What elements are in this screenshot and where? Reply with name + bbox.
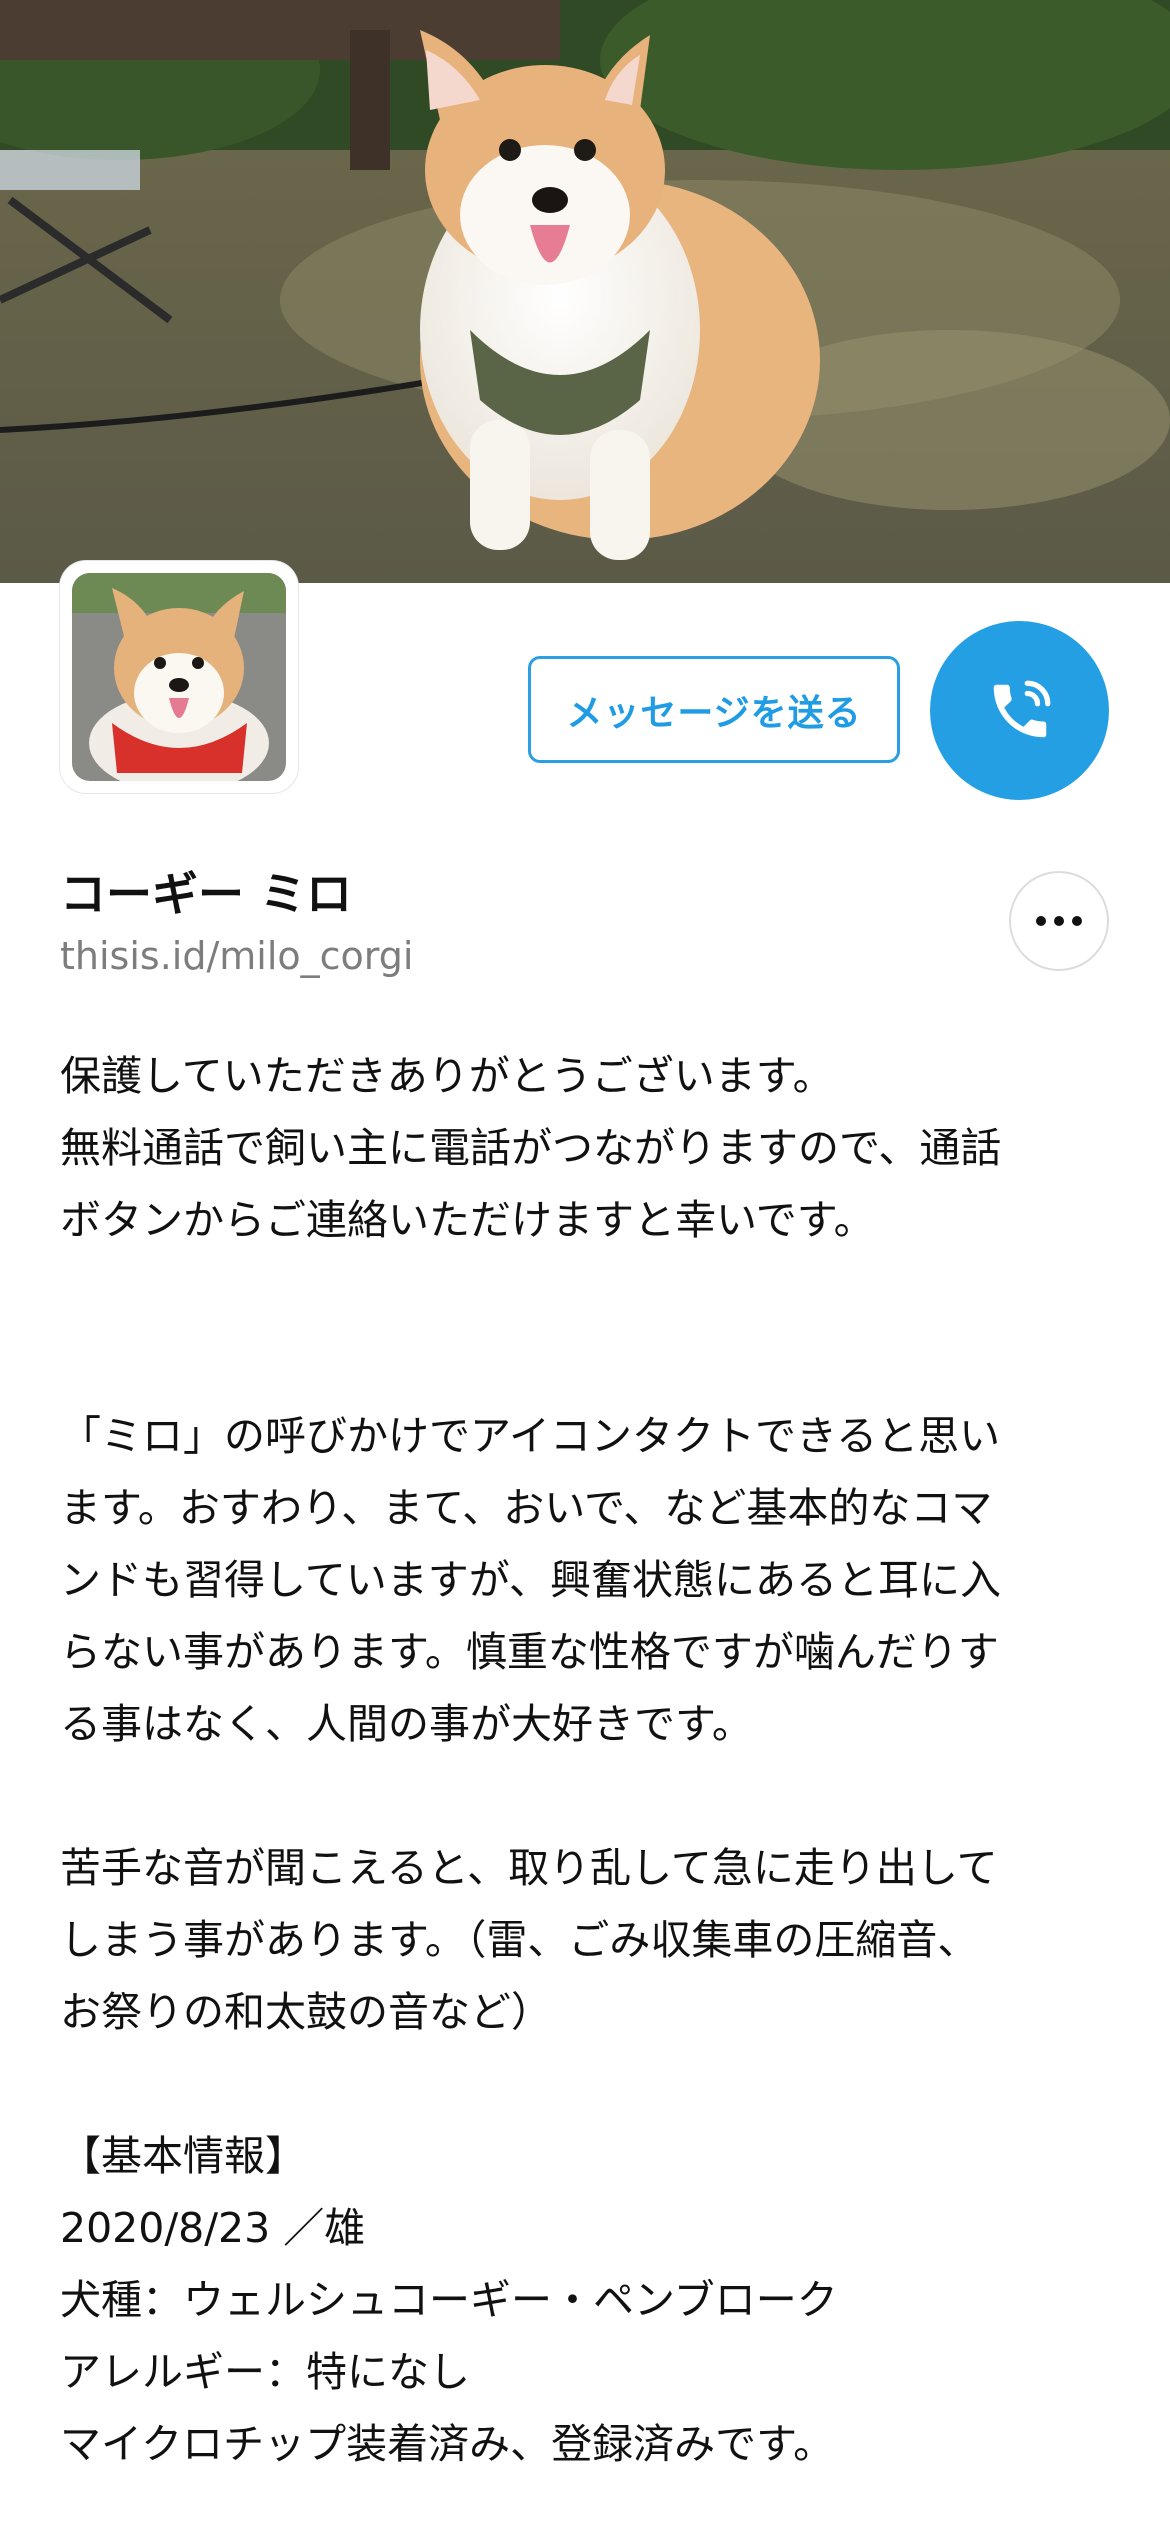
bio-line: お祭りの和太鼓の音など） xyxy=(60,1988,552,2036)
phone-call-icon xyxy=(993,680,1050,737)
cover-photo xyxy=(0,0,1170,583)
avatar[interactable] xyxy=(60,561,298,793)
bio-line: マイクロチップ装着済み、登録済みです。 xyxy=(60,2420,835,2468)
more-dot xyxy=(1072,916,1082,926)
more-dot xyxy=(1054,916,1064,926)
bio-line: ボタンからご連絡いただけますと幸いです。 xyxy=(60,1196,875,1244)
bio-line: る事はなく、人間の事が大好きです。 xyxy=(60,1700,753,1748)
profile-name: コーギー ミロ xyxy=(60,867,353,921)
bio-line: ます。おすわり、まて、おいで、など基本的なコマ xyxy=(60,1484,993,1532)
call-button[interactable] xyxy=(930,621,1109,800)
bio-line: 「ミロ」の呼びかけでアイコンタクトできると思い xyxy=(60,1412,1001,1460)
bio-line: しまう事があります。（雷、ごみ収集車の圧縮音、 xyxy=(60,1916,979,1964)
bio-line: 2020/8/23 ／雄 xyxy=(60,2204,366,2252)
avatar-photo xyxy=(72,573,286,781)
profile-bio: 保護していただきありがとうございます。 無料通話で飼い主に電話がつながりますので… xyxy=(60,1040,1120,2480)
more-button[interactable] xyxy=(1009,871,1109,971)
bio-line: 【基本情報】 xyxy=(60,2132,306,2180)
bio-line: アレルギー：特になし xyxy=(60,2348,470,2396)
bio-line: 犬種：ウェルシュコーギー・ペンブローク xyxy=(60,2276,838,2324)
bio-line: 無料通話で飼い主に電話がつながりますので、通話 xyxy=(60,1124,1002,1172)
more-horizontal-icon xyxy=(1036,916,1046,926)
send-message-button[interactable]: メッセージを送る xyxy=(528,656,900,763)
bio-line: ンドも習得していますが、興奮状態にあると耳に入 xyxy=(60,1556,1001,1604)
profile-handle[interactable]: thisis.id/milo_corgi xyxy=(60,934,413,978)
bio-line: らない事があります。慎重な性格ですが噛んだりす xyxy=(60,1628,999,1676)
bio-line: 保護していただきありがとうございます。 xyxy=(60,1052,834,1100)
bio-line: 苦手な音が聞こえると、取り乱して急に走り出して xyxy=(60,1844,998,1892)
